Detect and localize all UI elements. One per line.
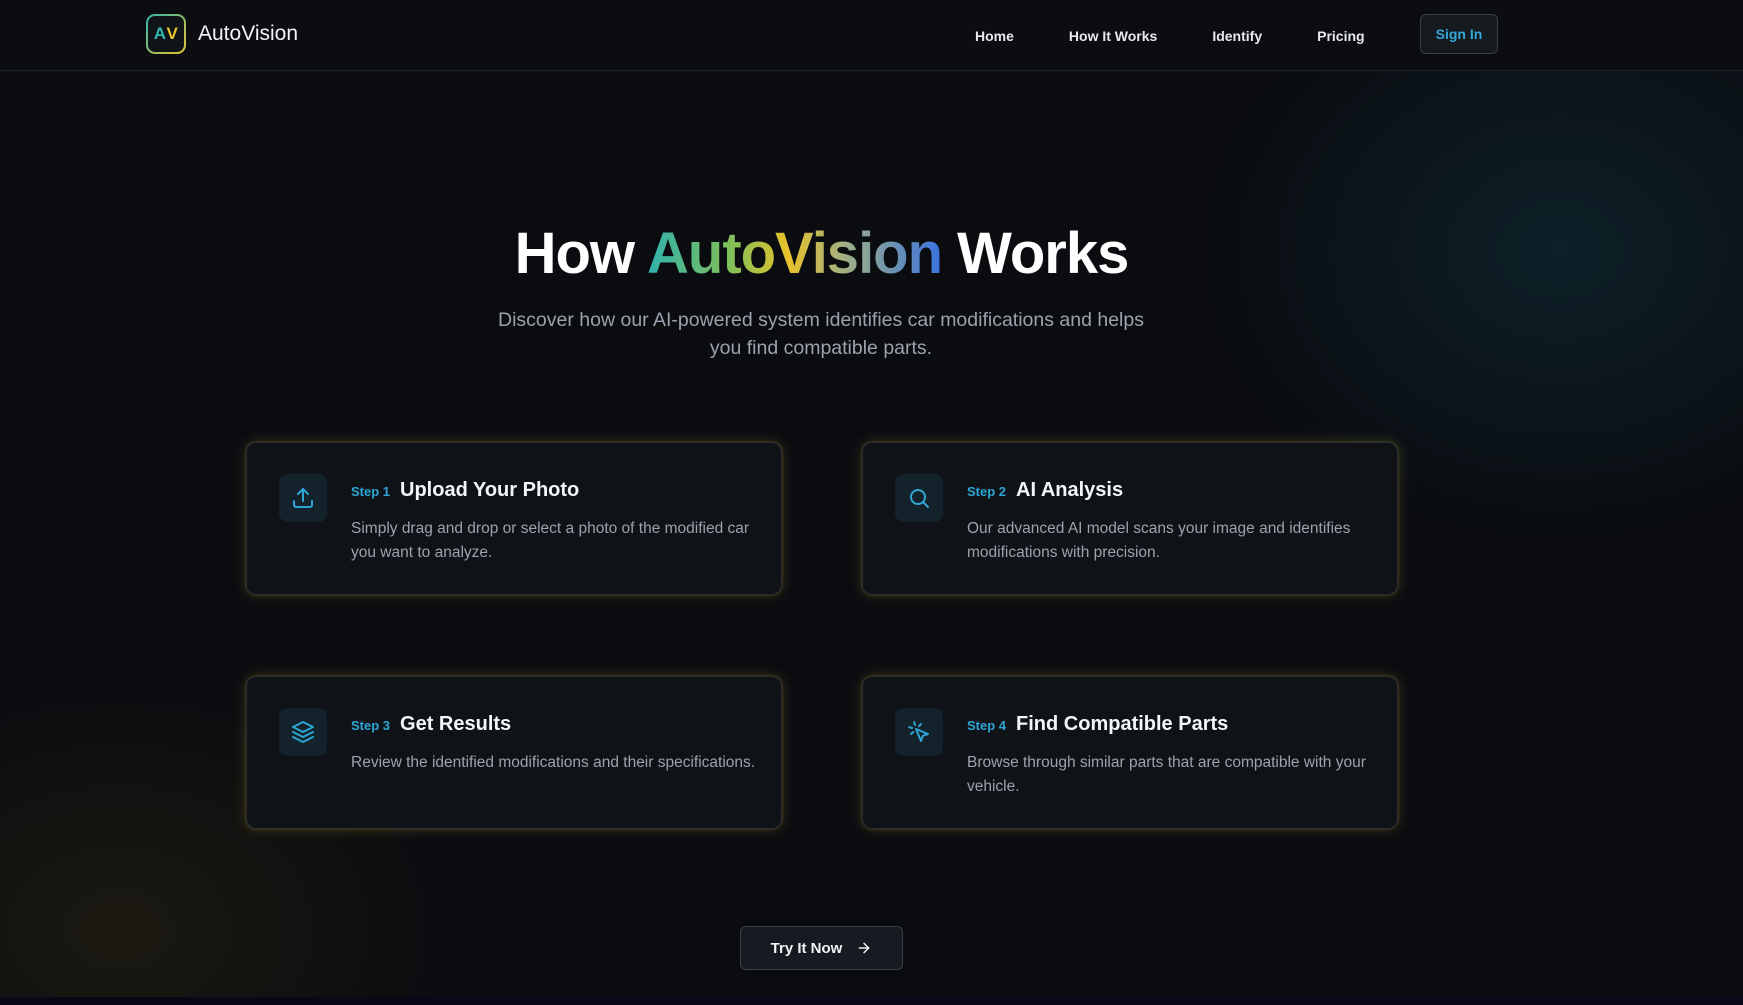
page-title: How AutoVision Works: [0, 220, 1643, 287]
step-card-header: Step 2 AI Analysis: [967, 479, 1123, 502]
page: AV AutoVision Home How It Works Identify…: [0, 0, 1743, 1005]
brand-logo[interactable]: AV AutoVision: [146, 14, 298, 54]
step-description: Our advanced AI model scans your image a…: [967, 520, 1351, 561]
step-title: AI Analysis: [1016, 479, 1124, 501]
sign-in-button[interactable]: Sign In: [1420, 14, 1498, 54]
step-number: Step 2: [967, 484, 1007, 499]
nav-pricing[interactable]: Pricing: [1317, 28, 1364, 44]
logo-letter-v: V: [166, 24, 179, 43]
step-card-results: Step 3 Get Results Review the identified…: [246, 676, 782, 829]
title-brand: AutoVision: [647, 221, 943, 286]
step-card-header: Step 4 Find Compatible Parts: [967, 713, 1228, 736]
layers-icon: [279, 708, 327, 756]
pointer-click-icon: [895, 708, 943, 756]
main-nav: Home How It Works Identify Pricing: [975, 0, 1420, 71]
brand-name: AutoVision: [198, 22, 299, 45]
search-icon: [895, 474, 943, 522]
upload-icon: [279, 474, 327, 522]
step-description: Simply drag and drop or select a photo o…: [351, 520, 750, 561]
step-number: Step 1: [351, 484, 391, 499]
try-it-now-button[interactable]: Try It Now: [740, 926, 903, 970]
step-card-header: Step 1 Upload Your Photo: [351, 479, 579, 502]
step-title: Find Compatible Parts: [1016, 713, 1229, 735]
step-card-upload: Step 1 Upload Your Photo Simply drag and…: [246, 442, 782, 595]
navbar: AV AutoVision Home How It Works Identify…: [0, 0, 1743, 71]
step-number: Step 3: [351, 718, 391, 733]
page-subtitle: Discover how our AI-powered system ident…: [498, 309, 1144, 359]
nav-how-it-works[interactable]: How It Works: [1069, 28, 1157, 44]
logo-badge: AV: [146, 14, 186, 54]
step-description: Browse through similar parts that are co…: [967, 754, 1366, 795]
cta-label: Try It Now: [770, 939, 843, 957]
step-card-ai-analysis: Step 2 AI Analysis Our advanced AI model…: [862, 442, 1398, 595]
footer-edge: [0, 997, 1743, 1005]
step-description: Review the identified modifications and …: [351, 754, 756, 771]
logo-letter-a: A: [153, 24, 167, 43]
step-number: Step 4: [967, 718, 1007, 733]
step-card-parts: Step 4 Find Compatible Parts Browse thro…: [862, 676, 1398, 829]
step-title: Upload Your Photo: [400, 479, 580, 501]
step-card-header: Step 3 Get Results: [351, 713, 511, 736]
step-title: Get Results: [400, 713, 512, 735]
arrow-right-icon: [858, 942, 870, 954]
title-suffix: Works: [957, 221, 1129, 286]
nav-identify[interactable]: Identify: [1212, 28, 1262, 44]
nav-home[interactable]: Home: [975, 28, 1014, 44]
title-prefix: How: [514, 221, 635, 286]
